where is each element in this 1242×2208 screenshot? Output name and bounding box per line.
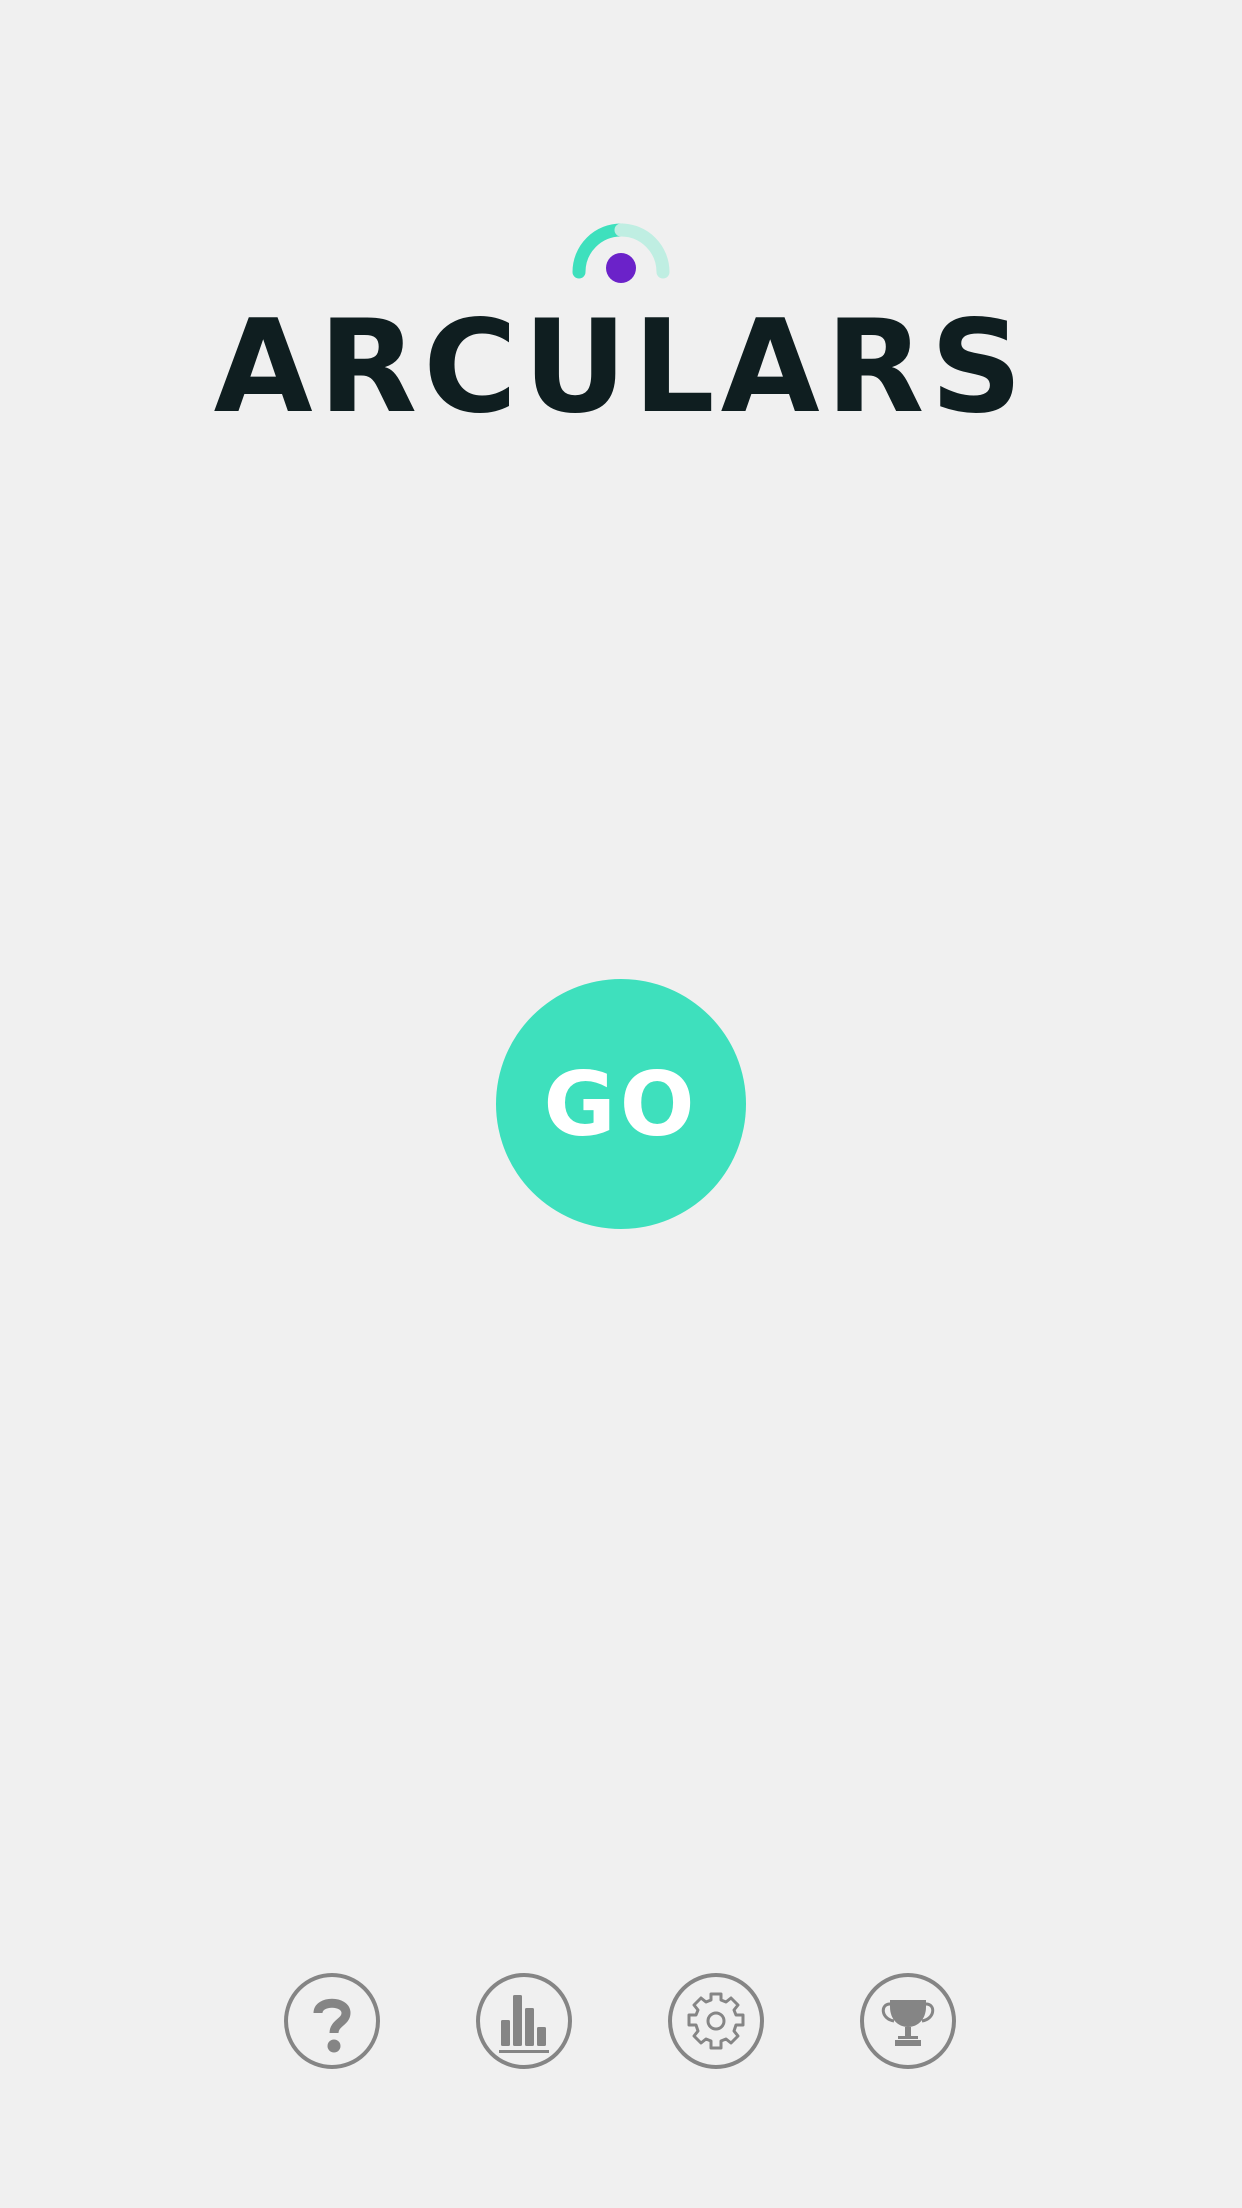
- help-button[interactable]: [284, 1973, 380, 2069]
- gear-icon: [687, 1992, 745, 2050]
- settings-button[interactable]: [668, 1973, 764, 2069]
- stats-button[interactable]: [476, 1973, 572, 2069]
- bar-chart-icon: [499, 1995, 549, 2053]
- trophy-icon: [881, 2000, 935, 2046]
- go-button[interactable]: GO: [496, 979, 746, 1229]
- bottom-nav: [0, 1973, 1242, 2073]
- trophy-button[interactable]: [860, 1973, 956, 2069]
- app-title: ARCULARS: [213, 293, 1029, 442]
- question-icon: [313, 1998, 351, 2053]
- logo-arc-icon: [572, 223, 670, 283]
- arculars-logo: [571, 218, 671, 288]
